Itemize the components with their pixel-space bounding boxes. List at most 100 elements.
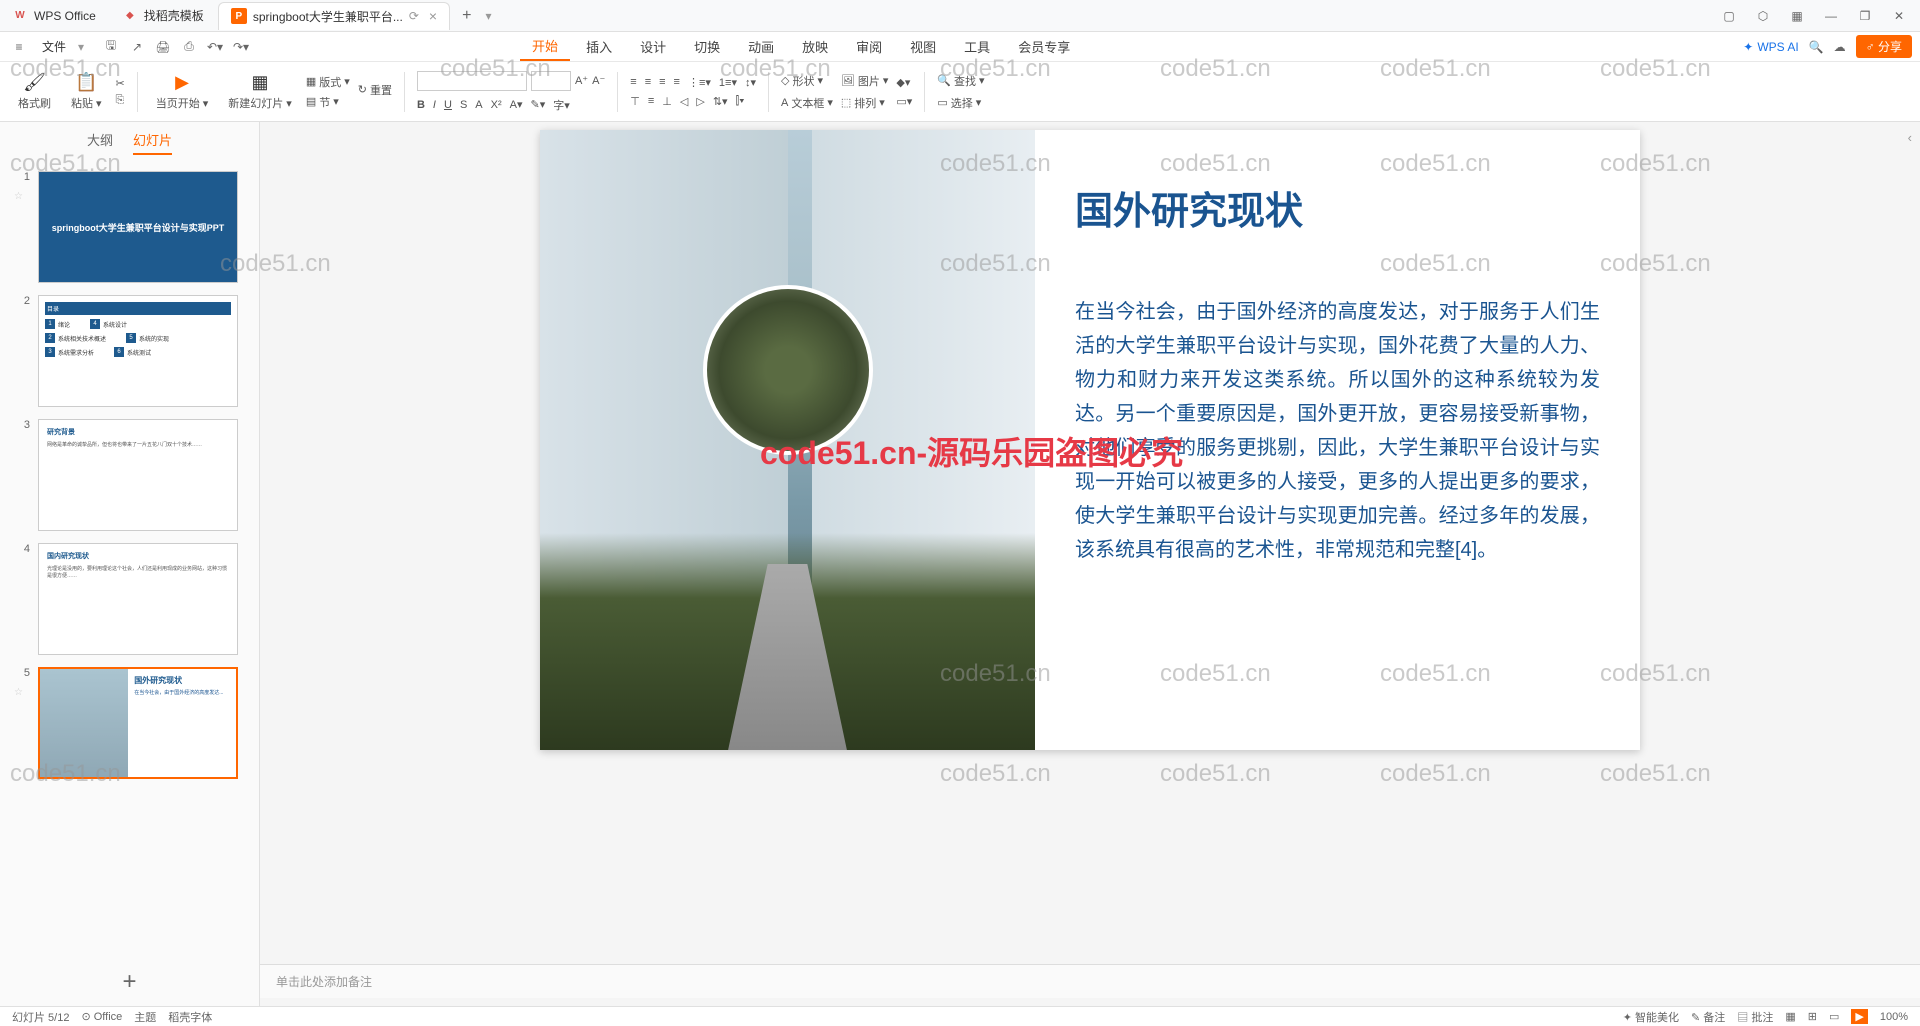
tab-template[interactable]: ◆ 找稻壳模板 (110, 2, 216, 30)
paste-label[interactable]: 粘贴▾ (71, 95, 102, 111)
picture-button[interactable]: 🖼 图片▾ (841, 73, 889, 89)
add-slide-button[interactable]: + (0, 958, 259, 1006)
undo-icon[interactable]: ↶▾ (204, 36, 226, 58)
columns-icon[interactable]: ⫿▾ (736, 95, 745, 108)
hamburger-icon[interactable]: ≡ (8, 36, 30, 58)
highlight-button[interactable]: ✎▾ (530, 97, 545, 113)
view-normal-icon[interactable]: ▦ (1785, 1010, 1795, 1023)
section-button[interactable]: ▤ 节▾ (306, 94, 350, 110)
print-icon[interactable]: 🖨 (152, 36, 174, 58)
fill-button[interactable]: ◆▾ (896, 76, 912, 89)
win-btn-2[interactable]: ▦ (1788, 9, 1806, 23)
outline-button[interactable]: ▭▾ (896, 95, 912, 108)
format-brush-icon[interactable]: 🖌 (23, 72, 46, 93)
italic-button[interactable]: I (433, 97, 436, 113)
new-tab-button[interactable]: + (452, 7, 481, 25)
align-justify-icon[interactable]: ≡ (674, 76, 680, 89)
star-icon[interactable]: ☆ (14, 191, 23, 202)
underline-button[interactable]: U (444, 97, 452, 113)
thumbnail-1[interactable]: springboot大学生兼职平台设计与实现PPT (38, 171, 238, 283)
cloud-icon[interactable]: ☁ (1834, 40, 1846, 54)
thumbnail-4[interactable]: 国内研究现状 光理论是没用的，要利用理论这个社会，人们还是利用现成的业务网站，这… (38, 543, 238, 655)
valign-bot-icon[interactable]: ⊥ (662, 95, 672, 108)
preview-icon[interactable]: ⎙ (178, 36, 200, 58)
slide-body[interactable]: 在当今社会，由于国外经济的高度发达，对于服务于人们生活的大学生兼职平台设计与实现… (1075, 295, 1600, 567)
line-spacing-icon[interactable]: ↕▾ (745, 76, 756, 89)
view-slideshow-icon[interactable]: ▶ (1851, 1009, 1867, 1024)
new-slide-icon[interactable]: ▦ (252, 72, 269, 93)
save-icon[interactable]: 🖫 (100, 36, 122, 58)
indent-inc-icon[interactable]: ▷ (696, 95, 704, 108)
clear-format-button[interactable]: 字▾ (553, 97, 570, 113)
tab-view[interactable]: 视图 (898, 33, 948, 60)
share-button[interactable]: ♂ 分享 (1856, 35, 1912, 58)
slides-tab[interactable]: 幻灯片 (133, 130, 172, 155)
current-slide[interactable]: 国外研究现状 在当今社会，由于国外经济的高度发达，对于服务于人们生活的大学生兼职… (540, 130, 1640, 750)
tab-review[interactable]: 审阅 (844, 33, 894, 60)
close-tab-icon[interactable]: × (429, 8, 437, 24)
align-center-icon[interactable]: ≡ (645, 76, 651, 89)
file-menu[interactable]: 文件 (34, 38, 74, 55)
wps-ai-button[interactable]: ✦WPS AI (1743, 40, 1798, 54)
copy-icon[interactable]: ⎘ (116, 94, 125, 107)
theme-label[interactable]: 主题 (134, 1009, 156, 1025)
win-btn-0[interactable]: ▢ (1720, 9, 1738, 23)
tab-animation[interactable]: 动画 (736, 33, 786, 60)
tab-design[interactable]: 设计 (628, 33, 678, 60)
tab-document[interactable]: P springboot大学生兼职平台... ⟳ × (218, 2, 450, 30)
decrease-font-icon[interactable]: A⁻ (592, 71, 605, 91)
bullets-icon[interactable]: ⋮≡▾ (688, 76, 711, 89)
slide-title[interactable]: 国外研究现状 (1075, 180, 1600, 235)
shape-button[interactable]: ◇ 形状▾ (781, 73, 833, 89)
outline-tab[interactable]: 大纲 (87, 130, 113, 155)
superscript-button[interactable]: X² (491, 97, 502, 113)
layout-button[interactable]: ▦ 版式▾ (306, 74, 350, 90)
tab-tools[interactable]: 工具 (952, 33, 1002, 60)
font-label[interactable]: 稻壳字体 (168, 1009, 212, 1025)
maximize-button[interactable]: ❐ (1856, 9, 1874, 23)
find-button[interactable]: 🔍 查找▾ (937, 73, 984, 89)
view-reading-icon[interactable]: ▭ (1829, 1010, 1839, 1023)
valign-mid-icon[interactable]: ≡ (648, 95, 654, 108)
valign-top-icon[interactable]: ⊤ (630, 95, 640, 108)
comments-toggle[interactable]: ▤ 批注 (1737, 1009, 1773, 1025)
indent-dec-icon[interactable]: ◁ (680, 95, 688, 108)
thumbnail-2[interactable]: 目录 1绪论4系统设计 2系统相关技术概述5系统的实现 3系统需求分析6系统测试 (38, 295, 238, 407)
thumbnail-5[interactable]: 国外研究现状 在当今社会，由于国外经济的高度发达... (38, 667, 238, 779)
font-color-button[interactable]: A▾ (510, 97, 523, 113)
file-dropdown-icon[interactable]: ▾ (78, 40, 84, 54)
view-sorter-icon[interactable]: ⊞ (1808, 1010, 1817, 1023)
minimize-button[interactable]: — (1822, 9, 1840, 23)
font-size-select[interactable] (531, 71, 571, 91)
tab-slideshow[interactable]: 放映 (790, 33, 840, 60)
tab-start[interactable]: 开始 (520, 32, 570, 61)
tab-insert[interactable]: 插入 (574, 33, 624, 60)
notes-toggle[interactable]: ✎ 备注 (1691, 1009, 1725, 1025)
tab-transition[interactable]: 切换 (682, 33, 732, 60)
export-icon[interactable]: ↗ (126, 36, 148, 58)
close-button[interactable]: ✕ (1890, 9, 1908, 23)
notes-area[interactable]: 单击此处添加备注 (260, 964, 1920, 998)
tab-member[interactable]: 会员专享 (1006, 33, 1082, 60)
win-btn-1[interactable]: ⬡ (1754, 9, 1772, 23)
font-family-select[interactable] (417, 71, 527, 91)
cut-icon[interactable]: ✂ (116, 77, 125, 90)
reset-button[interactable]: ↻ 重置 (358, 82, 392, 98)
new-slide-label[interactable]: 新建幻灯片▾ (228, 95, 292, 111)
search-icon[interactable]: 🔍 (1809, 40, 1824, 54)
tab-menu-dropdown[interactable]: ▾ (481, 9, 495, 23)
numbering-icon[interactable]: 1≡▾ (719, 76, 737, 89)
paste-icon[interactable]: 📋 (75, 72, 97, 93)
thumbnail-3[interactable]: 研究背景 网络是革命的诚挚品所，但也将也带来了一片五花八门双十个技术…… (38, 419, 238, 531)
textbox-button[interactable]: A 文本框▾ (781, 95, 833, 111)
align-left-icon[interactable]: ≡ (630, 76, 636, 89)
select-button[interactable]: ▭ 选择▾ (937, 95, 984, 111)
increase-font-icon[interactable]: A⁺ (575, 71, 588, 91)
collapse-sidebar-icon[interactable]: ‹ (1908, 130, 1912, 145)
play-from-current-label[interactable]: 当页开始▾ (156, 95, 209, 111)
tab-wps-office[interactable]: W WPS Office (0, 2, 108, 30)
strike-button[interactable]: S (460, 97, 467, 113)
text-dir-icon[interactable]: ⇅▾ (713, 95, 728, 108)
bold-button[interactable]: B (417, 97, 425, 113)
arrange-button[interactable]: ⬚ 排列▾ (841, 95, 889, 111)
